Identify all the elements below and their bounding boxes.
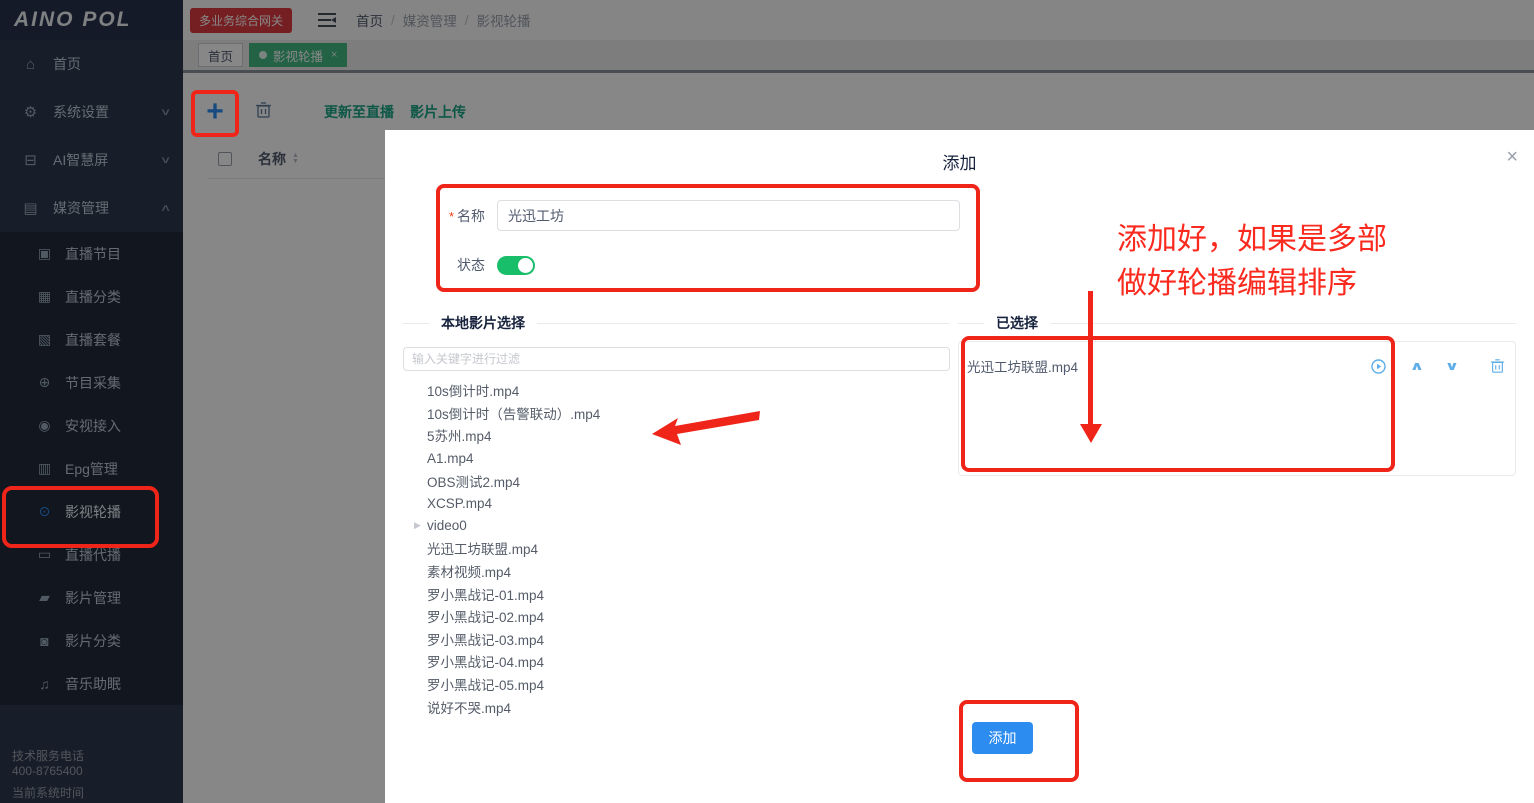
- selected-title: 已选择: [984, 313, 1050, 333]
- move-up-icon[interactable]: ∧: [1409, 359, 1424, 373]
- annotation-arrow-left-icon: [652, 407, 764, 447]
- local-films-section: 本地影片选择 10s倒计时.mp4 10s倒计时（告警联动）.mp4 5苏州.m…: [403, 310, 950, 718]
- tree-item[interactable]: 10s倒计时.mp4: [403, 379, 950, 402]
- filter-input[interactable]: [403, 347, 950, 371]
- tree-item[interactable]: OBS测试2.mp4: [403, 469, 950, 492]
- annotation-box-add-button: [191, 90, 239, 137]
- tree-item[interactable]: 说好不哭.mp4: [403, 695, 950, 718]
- tree-item-folder[interactable]: ▶ video0: [403, 515, 950, 538]
- local-films-divider: 本地影片选择: [403, 310, 950, 336]
- tree-item[interactable]: 罗小黑战记-01.mp4: [403, 582, 950, 605]
- annotation-note: 添加好，如果是多部 做好轮播编辑排序: [1117, 218, 1387, 306]
- annotation-arrow-down-icon: [1080, 291, 1102, 444]
- tree-item[interactable]: 罗小黑战记-02.mp4: [403, 605, 950, 628]
- move-down-icon[interactable]: ∨: [1445, 359, 1460, 373]
- tree-item[interactable]: A1.mp4: [403, 447, 950, 470]
- tree-item[interactable]: 罗小黑战记-04.mp4: [403, 650, 950, 673]
- tree-item[interactable]: 光迅工坊联盟.mp4: [403, 537, 950, 560]
- close-icon[interactable]: ×: [1506, 147, 1518, 167]
- tree-item[interactable]: XCSP.mp4: [403, 492, 950, 515]
- tree-item[interactable]: 素材视频.mp4: [403, 560, 950, 583]
- annotation-box-form: [436, 184, 980, 292]
- app-root: AINO POL ⌂ 首页 ⚙ 系统设置 ∨ ⊟ AI智慧屏 ∨ ▤ 媒资管理 …: [0, 0, 1534, 803]
- tree-item[interactable]: 罗小黑战记-03.mp4: [403, 628, 950, 651]
- local-films-title: 本地影片选择: [429, 313, 537, 333]
- remove-icon[interactable]: [1490, 358, 1505, 374]
- selected-divider: 已选择: [958, 310, 1516, 336]
- dialog-title: 添加: [385, 130, 1534, 174]
- expand-caret-icon[interactable]: ▶: [414, 520, 426, 531]
- annotation-box-selected: [961, 336, 1395, 472]
- annotation-box-submit: [959, 700, 1079, 782]
- tree-item[interactable]: 罗小黑战记-05.mp4: [403, 673, 950, 696]
- annotation-box-carousel-menu: [2, 486, 159, 548]
